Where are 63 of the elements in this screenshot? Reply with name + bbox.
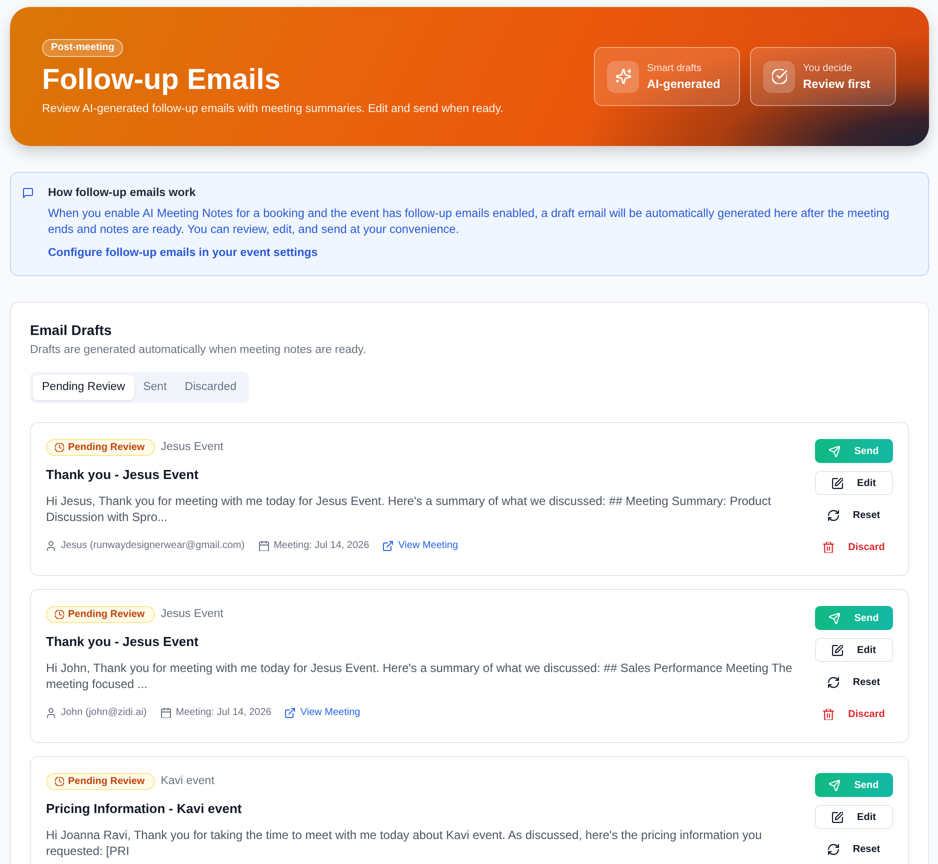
email-subject: Thank you - Jesus Event — [46, 633, 200, 652]
edit-icon — [832, 812, 844, 822]
send-icon — [829, 612, 840, 624]
person-icon — [46, 708, 56, 718]
info-text: When you enable AI Meeting Notes for a booking and the event has follow-up emails enabled, a draft email will be automatically generated here after the meeting ends and notes are ready. You can review, edit, and send at your convenience. — [48, 205, 890, 237]
external-link-icon — [383, 541, 394, 552]
stat-label: You decide — [803, 62, 854, 74]
sparkle-icon — [607, 60, 639, 92]
clock-icon — [55, 777, 64, 786]
reset-button[interactable]: Reset — [815, 503, 893, 527]
email-preview: Hi Jesus, Thank you for meeting with me today for Jesus Event. Here's a summary of what we discussed: ## Meeting Summary: Product Discussion with Spro... — [46, 493, 772, 526]
send-icon — [829, 780, 840, 790]
stat-label: Smart drafts — [647, 62, 702, 74]
email-subject: Pricing Information - Kavi event — [46, 800, 243, 818]
calendar-icon — [160, 708, 171, 718]
meeting-date: Meeting: Jul 14, 2026 — [176, 706, 272, 720]
page-title: Follow-up Emails — [42, 62, 282, 98]
refresh-icon — [828, 676, 839, 688]
meeting-date: Meeting: Jul 14, 2026 — [274, 539, 370, 554]
stat-value: Review first — [803, 76, 870, 92]
clock-icon — [55, 610, 64, 620]
recipient-text: Jesus (runwaydesignerwear@gmail.com) — [61, 539, 245, 554]
info-title: How follow-up emails work — [48, 186, 197, 200]
event-name: Kavi event — [160, 774, 214, 789]
settings-link[interactable]: Configure follow-up emails in your event settings — [48, 246, 318, 260]
trash-icon — [823, 708, 834, 720]
reset-button[interactable]: Reset — [815, 670, 893, 694]
edit-button[interactable]: Edit — [815, 471, 893, 495]
stat-value: AI-generated — [647, 76, 720, 92]
event-name: Jesus Event — [160, 607, 224, 622]
section-title: Email Drafts — [30, 321, 113, 340]
person-icon — [46, 541, 56, 552]
external-link-icon — [285, 708, 296, 718]
edit-icon — [832, 478, 844, 488]
trash-icon — [823, 542, 834, 552]
tab[interactable]: Pending Review — [33, 375, 134, 400]
email-preview: Hi John, Thank you for meeting with me today for Jesus Event. Here's a summary of what we discussed: ## Sales Performance Meeting The meeting focused ... — [46, 660, 794, 692]
status-label: Pending Review — [68, 441, 145, 454]
edit-icon — [832, 644, 844, 656]
tab[interactable]: Discarded — [176, 375, 246, 400]
refresh-icon — [828, 844, 839, 854]
chat-bubble-icon — [23, 188, 33, 198]
page-subtitle: Review AI-generated follow-up emails with meeting summaries. Edit and send when ready. — [42, 102, 504, 116]
discard-button[interactable]: Discard — [815, 535, 893, 559]
send-icon — [829, 446, 840, 456]
refresh-icon — [828, 510, 839, 520]
reset-button[interactable]: Reset — [815, 837, 893, 861]
edit-button[interactable]: Edit — [815, 638, 893, 662]
section-subtitle: Drafts are generated automatically when meeting notes are ready. — [30, 343, 368, 358]
view-meeting-link[interactable]: View Meeting — [398, 539, 458, 554]
email-subject: Thank you - Jesus Event — [46, 466, 200, 484]
email-preview: Hi Joanna Ravi, Thank you for taking the time to meet with me today about Kavi event. As discussed, here's the pricing information you requested: [PRI — [46, 827, 763, 860]
status-label: Pending Review — [68, 775, 145, 788]
clock-icon — [55, 443, 64, 452]
status-label: Pending Review — [68, 608, 145, 622]
tag-badge: Post-meeting — [42, 38, 124, 56]
event-name: Jesus Event — [160, 440, 224, 455]
view-meeting-link[interactable]: View Meeting — [300, 706, 360, 720]
tab[interactable]: Sent — [134, 375, 176, 400]
discard-button[interactable]: Discard — [815, 702, 893, 726]
edit-button[interactable]: Edit — [815, 805, 893, 829]
calendar-icon — [258, 541, 269, 552]
recipient-text: John (john@zidi.ai) — [61, 706, 147, 720]
